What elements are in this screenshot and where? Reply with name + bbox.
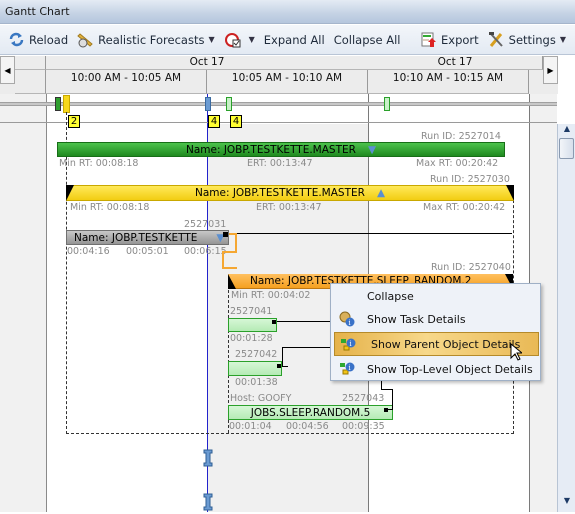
time-label: 00:04:16 [67,246,110,257]
run-id: 2527041 [230,306,273,317]
expand-triangle-icon[interactable]: ▲ [377,187,385,199]
task-bar-master[interactable]: Name: JOBP.TESTKETTE.MASTER ▼ [57,142,505,157]
vertical-scrollbar[interactable]: ▲ ▼ [557,124,575,512]
chevron-down-icon: ▼ [559,35,566,44]
tools-icon [488,31,505,48]
expand-all-button[interactable]: Expand All [264,33,325,47]
task-bar-job[interactable]: JOBS.SLEEP.RANDOM.5 [228,405,393,420]
time-label: 00:01:38 [235,377,278,388]
time-label: 00:09:35 [342,421,385,432]
menu-item-collapse[interactable]: Collapse [331,284,540,308]
scroll-left-button[interactable]: ◀ [0,56,15,84]
export-icon [420,31,437,48]
overview-marker[interactable] [55,97,61,111]
max-runtime: Max RT: 00:20:42 [423,202,506,213]
collapse-all-button[interactable]: Collapse All [334,33,401,47]
task-name: Name: JOBP.TESTKETTE.MASTER [185,143,356,156]
estimated-runtime: ERT: 00:13:47 [247,158,313,169]
dependency-line [229,233,512,234]
hierarchy-info-icon: i [340,337,356,353]
overview-marker[interactable] [63,95,70,113]
task-bar-job[interactable] [228,361,282,376]
schedule-dropdown[interactable]: ▼ [224,31,255,48]
task-bar-job[interactable] [228,318,277,332]
time-marker-handle[interactable] [203,493,213,514]
run-id: 2527042 [235,349,278,360]
hierarchy-info-icon: i [339,361,355,377]
ruler-clock-icon [77,31,94,48]
menu-item-show-task-details[interactable]: i Show Task Details [331,307,540,331]
run-id: Run ID: 2527040 [431,262,511,273]
time-label: 00:05:01 [126,246,169,257]
estimated-runtime: ERT: 00:13:47 [256,202,322,213]
time-slot: 10:00 AM - 10:05 AM [46,70,207,94]
scroll-down-button[interactable]: ▼ [559,496,575,510]
min-runtime: Min RT: 00:04:02 [231,290,311,301]
time-label: 00:06:15 [184,246,227,257]
export-label: Export [441,32,479,47]
menu-item-label: Show Top-Level Object Details [367,362,533,376]
scroll-thumb[interactable] [559,138,574,159]
collapse-triangle-icon[interactable]: ▼ [368,144,376,156]
run-id: 2527031 [184,219,227,230]
timeline-header: ◀ Oct 17 Oct 17 ▶ 10:00 AM - 10:05 AM 10… [0,56,558,94]
forecasts-label: Realistic Forecasts [98,32,205,47]
time-slot: 10:05 AM - 10:10 AM [207,70,368,94]
export-button[interactable]: Export [420,31,479,48]
run-id: Run ID: 2527030 [430,174,510,185]
time-slot: 10:10 AM - 10:15 AM [368,70,529,94]
window-title: Gantt Chart [0,0,575,24]
count-badge[interactable]: 4 [230,115,242,128]
realistic-forecasts-dropdown[interactable]: Realistic Forecasts ▼ [77,31,215,48]
reload-button[interactable]: Reload [8,31,68,48]
overview-marker[interactable] [226,97,232,111]
menu-item-label: Show Parent Object Details [371,337,521,351]
settings-label: Settings [508,32,556,47]
context-menu: Collapse i Show Task Details i Show Pare… [330,283,541,381]
scroll-up-button[interactable]: ▲ [559,124,575,138]
chevron-down-icon: ▼ [248,35,255,44]
scroll-right-button[interactable]: ▶ [543,56,558,84]
gear-info-icon: i [339,311,355,327]
toolbar: Reload Realistic Forecasts ▼ ▼ Expand All… [0,25,575,55]
time-label: 00:04:56 [286,421,329,432]
overview-track [0,102,557,106]
reload-icon [8,31,25,48]
task-name: Name: JOBP.TESTKETTE.MASTER [194,187,365,199]
overview-marker[interactable] [205,97,211,111]
host-label: Host: GOOFY [230,393,292,404]
max-runtime: Max RT: 00:20:42 [416,158,499,169]
arrow-right-icon: ▶ [547,65,554,75]
reload-label: Reload [29,32,69,47]
min-runtime: Min RT: 00:08:18 [70,202,150,213]
task-name: Name: JOBP.TESTKETTE [74,231,198,244]
row-header-column [0,94,47,512]
overview-marker[interactable] [384,97,390,111]
menu-item-show-parent-object-details[interactable]: i Show Parent Object Details [334,332,539,356]
settings-dropdown[interactable]: Settings ▼ [488,31,566,48]
menu-item-show-top-level-object-details[interactable]: i Show Top-Level Object Details [331,357,540,381]
count-badge[interactable]: 4 [208,115,220,128]
task-bar-testkette[interactable]: Name: JOBP.TESTKETTE ▼ [66,230,229,245]
task-bar-master[interactable]: Name: JOBP.TESTKETTE.MASTER ▲ [66,185,514,201]
min-runtime: Min RT: 00:08:18 [59,158,139,169]
count-badge[interactable]: 2 [68,115,80,128]
date-header: Oct 17 [46,56,368,70]
task-name: JOBS.SLEEP.RANDOM.5 [250,406,371,419]
chevron-down-icon: ▼ [208,35,215,44]
mouse-cursor-icon [510,342,524,364]
date-header: Oct 17 [368,56,543,70]
time-label: 00:01:28 [230,333,273,344]
arrow-left-icon: ◀ [4,65,11,75]
alarm-clock-icon [224,31,241,48]
run-id: Run ID: 2527014 [421,131,501,142]
time-label: 00:01:04 [229,421,272,432]
time-marker-handle[interactable] [203,449,213,470]
menu-item-label: Show Task Details [367,312,466,326]
run-id: 2527043 [342,393,385,404]
